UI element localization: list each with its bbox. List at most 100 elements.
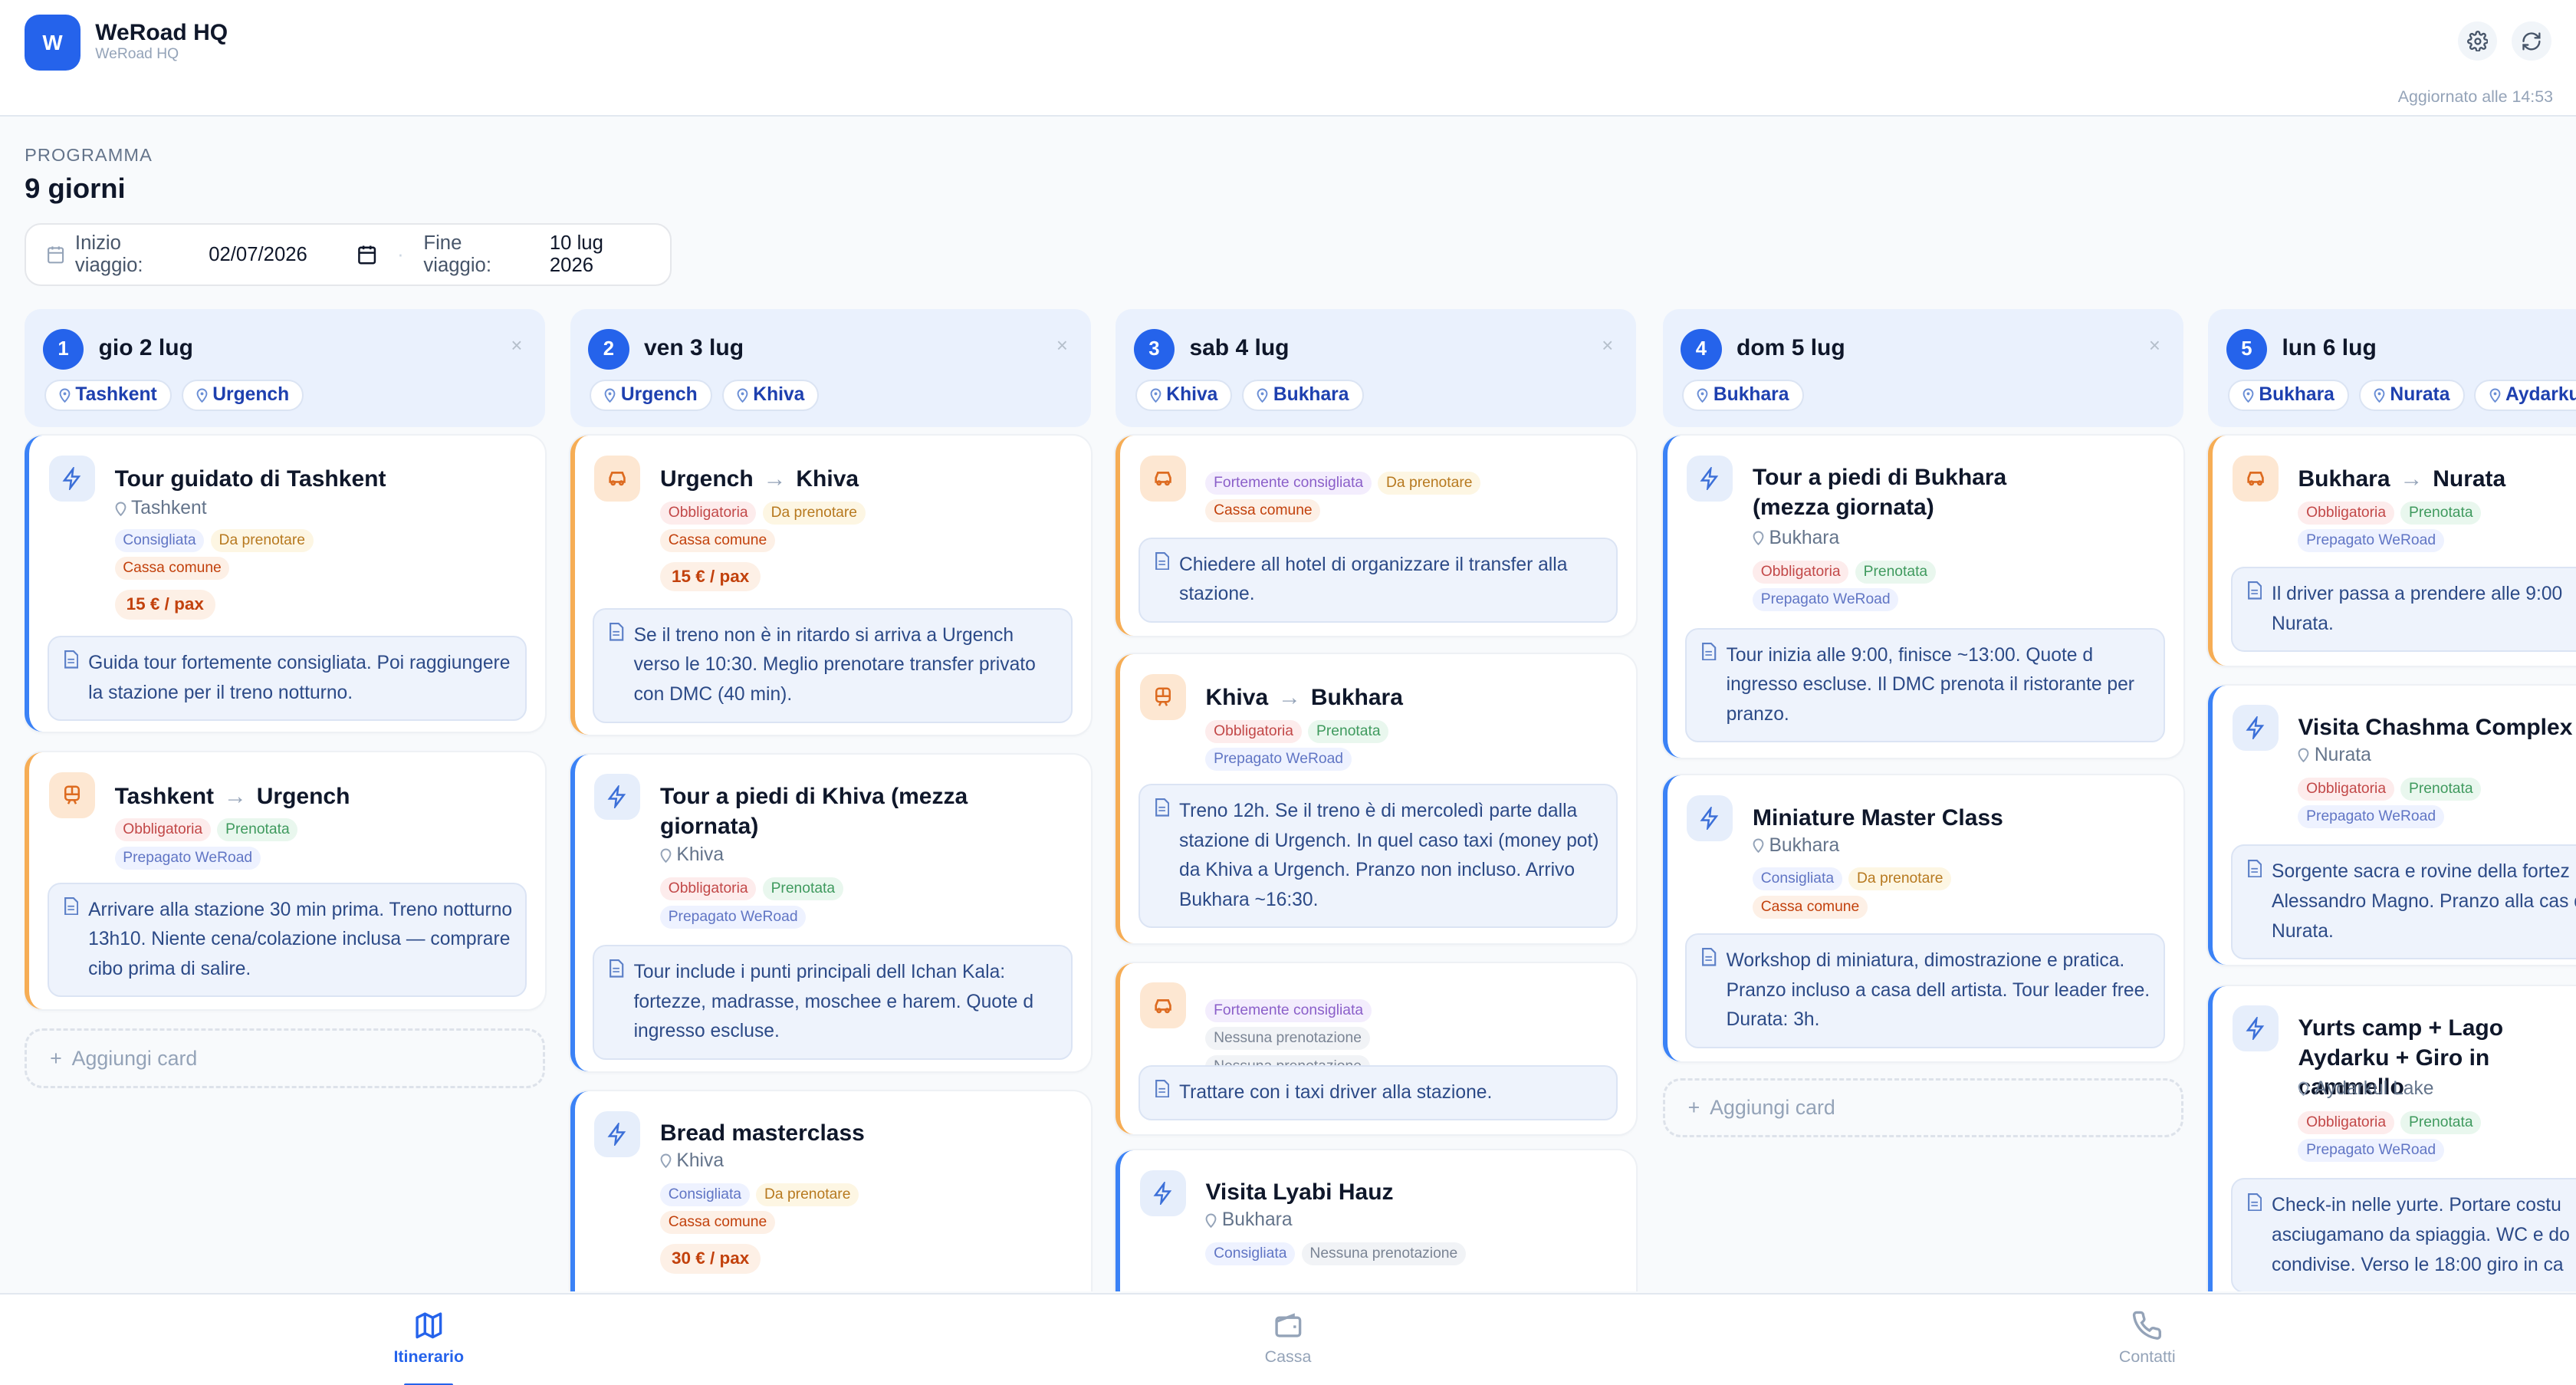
day-title: dom 5 lug bbox=[1737, 335, 1845, 361]
activity-type-icon bbox=[2232, 705, 2279, 752]
card-title: Tour guidato di Tashkent bbox=[114, 466, 386, 492]
car-icon bbox=[1154, 999, 1171, 1014]
card-note: Guida tour fortemente consigliata. Poi r… bbox=[47, 636, 527, 722]
section-title: 9 giorni bbox=[25, 173, 126, 204]
card-title: Visita Chashma Complex bbox=[2298, 715, 2573, 740]
card-title: Tour a piedi di Bukhara (mezza giornata) bbox=[1753, 465, 2007, 520]
car-icon bbox=[609, 472, 626, 486]
card-note: Arrivare alla stazione 30 min prima. Tre… bbox=[47, 882, 527, 998]
status-badge: Prepagato WeRoad bbox=[1205, 747, 1352, 771]
settings-button[interactable] bbox=[2457, 21, 2498, 61]
transport-card[interactable]: Tashkent → Urgench Obbligatoria Prenotata … bbox=[25, 752, 546, 1009]
day-header: 1 gio 2 lug × Tashkent Urgench bbox=[25, 308, 546, 428]
card-location: Tashkent bbox=[115, 498, 207, 519]
status-badge: Prepagato WeRoad bbox=[660, 905, 807, 929]
place-chip[interactable]: Aydarku bbox=[2474, 380, 2576, 411]
activity-type-icon bbox=[1687, 455, 1733, 502]
status-badge: Da prenotare bbox=[1848, 867, 1952, 891]
day-column: 5 lun 6 lug Bukhara Nurata Aydarku Bukha… bbox=[2208, 308, 2576, 1292]
pin-icon bbox=[2374, 388, 2385, 403]
calendar-picker-icon[interactable] bbox=[356, 244, 377, 265]
status-badge: Prenotata bbox=[1855, 560, 1936, 584]
place-chip[interactable]: Khiva bbox=[1135, 380, 1233, 411]
remove-day-button[interactable]: × bbox=[1602, 335, 1613, 357]
card-route: Urgench → Khiva bbox=[660, 466, 859, 492]
place-chip[interactable]: Khiva bbox=[721, 380, 820, 411]
day-header: 3 sab 4 lug × Khiva Bukhara bbox=[1116, 308, 1637, 428]
status-badge: Prepagato WeRoad bbox=[2298, 528, 2444, 552]
document-icon bbox=[2247, 859, 2262, 878]
car-icon bbox=[1154, 472, 1171, 486]
remove-day-button[interactable]: × bbox=[2149, 335, 2160, 357]
status-badge: Da prenotare bbox=[210, 529, 314, 552]
add-card-button[interactable]: + Aggiungi card bbox=[25, 1028, 546, 1088]
status-badge: Fortemente consigliata bbox=[1205, 998, 1372, 1022]
card-route: Khiva → Bukhara bbox=[1205, 685, 1403, 711]
activity-card[interactable]: Visita Lyabi Hauz Bukhara Consigliata Ne… bbox=[1116, 1150, 1637, 1292]
status-badge: Cassa comune bbox=[1753, 895, 1868, 919]
activity-card[interactable]: Tour a piedi di Bukhara (mezza giornata)… bbox=[1662, 435, 2183, 758]
refresh-button[interactable] bbox=[2512, 21, 2551, 61]
remove-day-button[interactable]: × bbox=[511, 335, 522, 357]
activity-card[interactable]: Bread masterclass Khiva Consigliata Da p… bbox=[570, 1091, 1091, 1292]
activity-card[interactable]: Visita Chashma Complex Nurata Obbligator… bbox=[2208, 685, 2576, 965]
pin-icon bbox=[2298, 1081, 2309, 1097]
card-route: Bukhara → Nurata bbox=[2298, 466, 2506, 492]
end-date-value: 10 lug 2026 bbox=[549, 232, 603, 277]
place-chip[interactable]: Bukhara bbox=[2227, 380, 2349, 411]
pin-icon bbox=[115, 502, 126, 516]
bolt-icon bbox=[607, 785, 626, 809]
itinerary-board[interactable]: 1 gio 2 lug × Tashkent Urgench Tour guid… bbox=[25, 308, 2576, 1292]
place-chip[interactable]: Bukhara bbox=[1682, 380, 1804, 411]
start-date-input[interactable]: 02/07/2026 bbox=[209, 244, 307, 266]
tab-contatti[interactable]: Contatti bbox=[2049, 1295, 2246, 1385]
gear-icon bbox=[2466, 30, 2489, 52]
document-icon bbox=[610, 623, 624, 641]
status-badge: Prepagato WeRoad bbox=[1753, 588, 1899, 612]
transport-type-icon bbox=[594, 455, 641, 502]
tab-label: Contatti bbox=[2118, 1347, 2176, 1366]
day-number: 5 bbox=[2226, 328, 2268, 370]
pin-icon bbox=[1753, 838, 1764, 854]
place-chip[interactable]: Nurata bbox=[2358, 380, 2465, 411]
card-title: Bread masterclass bbox=[660, 1120, 865, 1146]
activity-type-icon bbox=[2232, 1005, 2279, 1052]
card-note: Tour inizia alle 9:00, finisce ~13:00. Q… bbox=[1685, 627, 2165, 743]
activity-card[interactable]: Yurts camp + Lago Aydarku + Giro in camm… bbox=[2208, 985, 2576, 1292]
document-icon bbox=[1155, 1079, 1170, 1098]
activity-card[interactable]: Miniature Master Class Bukhara Consiglia… bbox=[1662, 775, 2183, 1062]
bolt-icon bbox=[1153, 1181, 1171, 1205]
activity-card[interactable]: Tour guidato di Tashkent Tashkent Consig… bbox=[25, 435, 546, 732]
plus-icon: + bbox=[50, 1046, 62, 1070]
transport-card[interactable]: Fortemente consigliata Nessuna prenotazi… bbox=[1116, 962, 1637, 1134]
plus-icon: + bbox=[1687, 1095, 1700, 1119]
remove-day-button[interactable]: × bbox=[1056, 335, 1068, 357]
pin-icon bbox=[660, 1153, 672, 1169]
add-card-button[interactable]: + Aggiungi card bbox=[1662, 1077, 2183, 1137]
day-title: sab 4 lug bbox=[1189, 335, 1290, 361]
tab-itinerario[interactable]: Itinerario bbox=[330, 1295, 527, 1385]
place-chip[interactable]: Tashkent bbox=[44, 380, 172, 411]
refresh-icon bbox=[2522, 31, 2541, 51]
place-chip[interactable]: Urgench bbox=[590, 380, 712, 411]
pin-icon bbox=[605, 388, 616, 403]
place-chip[interactable]: Bukhara bbox=[1242, 380, 1364, 411]
status-badge: Obbligatoria bbox=[660, 501, 757, 525]
transport-card[interactable]: Khiva → Bukhara Obbligatoria Prenotata Pre… bbox=[1116, 653, 1637, 943]
card-location: Bukhara bbox=[1205, 1209, 1293, 1231]
card-title: Miniature Master Class bbox=[1753, 804, 2003, 831]
pin-icon bbox=[59, 388, 71, 403]
transport-card[interactable]: Urgench → Khiva Obbligatoria Da prenotare … bbox=[570, 435, 1091, 735]
document-icon bbox=[64, 650, 79, 669]
document-icon bbox=[1702, 948, 1717, 966]
place-chip[interactable]: Urgench bbox=[181, 380, 304, 411]
activity-card[interactable]: Tour a piedi di Khiva (mezza giornata) K… bbox=[570, 754, 1091, 1072]
tab-cassa[interactable]: Cassa bbox=[1189, 1295, 1386, 1385]
card-note: Se il treno non è in ritardo si arriva a… bbox=[593, 607, 1073, 723]
transport-card[interactable]: Bukhara → Nurata Obbligatoria Prenotata Pr… bbox=[2208, 435, 2576, 666]
day-header: 2 ven 3 lug × Urgench Khiva bbox=[570, 308, 1091, 428]
transport-card[interactable]: Fortemente consigliata Da prenotare Cass… bbox=[1116, 435, 1637, 637]
bolt-icon bbox=[1700, 466, 1719, 490]
car-icon bbox=[2247, 472, 2264, 486]
status-badge: Prenotata bbox=[2400, 1110, 2482, 1134]
